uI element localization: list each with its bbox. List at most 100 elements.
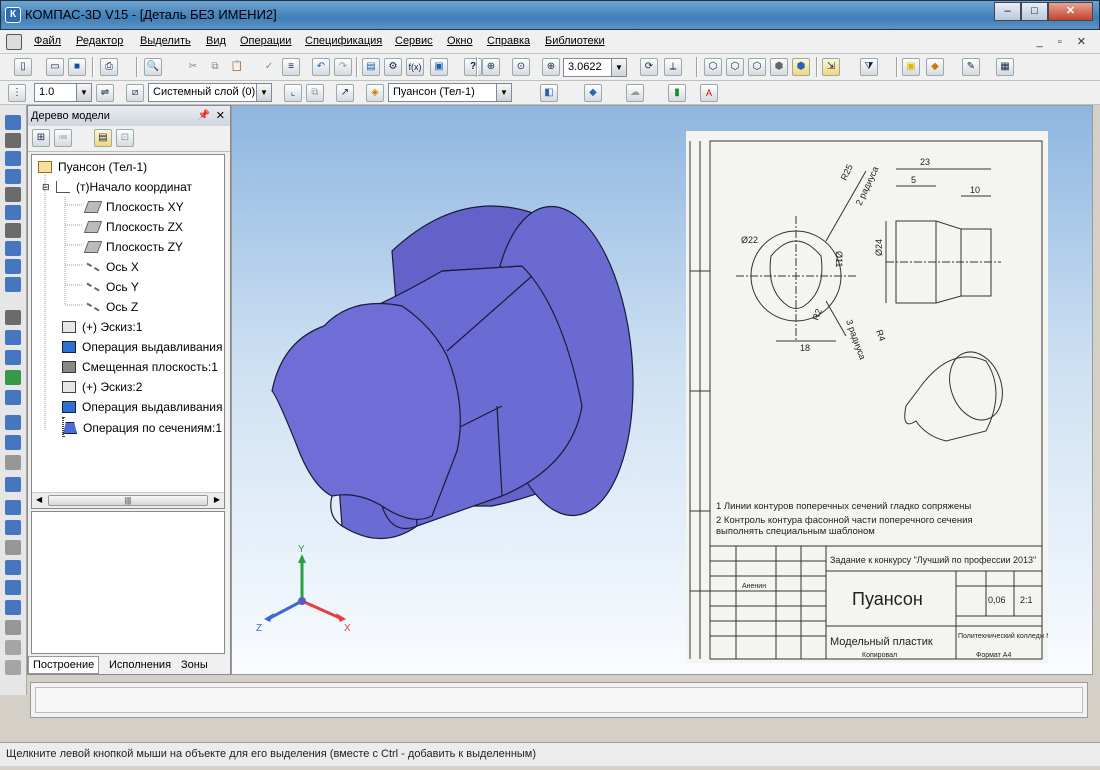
compact-tool-icon[interactable] [5, 151, 21, 166]
compact-tool-icon[interactable] [5, 205, 21, 220]
menu-libraries[interactable]: Библиотеки [545, 35, 605, 47]
halftone-icon[interactable]: ⬢ [770, 58, 788, 76]
compact-tool-icon[interactable] [5, 115, 21, 130]
tree-item-loft[interactable]: Операция по сечениям:1 [62, 417, 222, 437]
menu-service[interactable]: Сервис [395, 35, 433, 47]
menu-select[interactable]: Выделить [140, 35, 191, 47]
filter-icon[interactable]: ⧩ [860, 58, 878, 76]
compact-tool-icon[interactable] [5, 540, 21, 555]
tree-relations-icon[interactable]: ⊡ [116, 129, 134, 147]
list-icon[interactable]: ≡ [282, 58, 300, 76]
compact-tool-icon[interactable] [5, 277, 21, 292]
help-icon[interactable]: ? [464, 58, 482, 76]
halftone-edges-icon[interactable]: ⬢ [792, 58, 810, 76]
thin-lines-icon[interactable]: ⬡ [748, 58, 766, 76]
menu-help[interactable]: Справка [487, 35, 530, 47]
compact-tool-icon[interactable] [5, 310, 21, 325]
compact-tool-icon[interactable] [5, 241, 21, 256]
kompas-app-icon[interactable]: К [5, 7, 21, 23]
tree-view-icon[interactable]: ▤ [94, 129, 112, 147]
compact-tool-icon[interactable] [5, 600, 21, 615]
paste-icon[interactable]: 📋 [228, 58, 246, 76]
menu-operations[interactable]: Операции [240, 35, 291, 47]
menu-window[interactable]: Окно [447, 35, 473, 47]
compact-tool-icon[interactable] [5, 660, 21, 675]
compact-tool-icon[interactable] [5, 350, 21, 365]
rotate-icon[interactable]: ⟳ [640, 58, 658, 76]
scroll-right-icon[interactable]: ▶ [214, 495, 220, 504]
compact-tool-icon[interactable] [5, 620, 21, 635]
mdi-window-controls[interactable]: _ ▫ ✕ [1037, 35, 1092, 48]
collapse-icon[interactable]: ⊟ [42, 177, 50, 197]
compact-tool-icon[interactable] [5, 435, 21, 450]
open-file-icon[interactable]: ▭ [46, 58, 64, 76]
lighting-icon[interactable]: ☁ [626, 84, 644, 102]
calculate-icon[interactable]: ▦ [996, 58, 1014, 76]
properties-icon[interactable]: ✓ [260, 58, 278, 76]
compact-tool-icon[interactable] [5, 259, 21, 274]
tree-structure-icon[interactable]: ⊞ [32, 129, 50, 147]
copy-icon[interactable]: ⧉ [206, 58, 224, 76]
cut-icon[interactable]: ✂ [184, 58, 202, 76]
snap-icon[interactable]: ⇌ [96, 84, 114, 102]
scroll-left-icon[interactable]: ◀ [36, 495, 42, 504]
compact-tool-icon[interactable] [5, 223, 21, 238]
local-cs-icon[interactable]: ⌞ [284, 84, 302, 102]
compact-tool-icon[interactable] [5, 455, 21, 470]
compact-tool-icon[interactable] [5, 520, 21, 535]
zoom-combo[interactable]: 3.0622 ▼ [563, 58, 627, 77]
toolbox-icon[interactable]: ▣ [430, 58, 448, 76]
undo-icon[interactable]: ↶ [312, 58, 330, 76]
manager-icon[interactable]: ▤ [362, 58, 380, 76]
plane-icon[interactable]: ⧉ [306, 84, 324, 102]
menu-specification[interactable]: Спецификация [305, 35, 382, 47]
material-icon[interactable]: ◧ [540, 84, 558, 102]
menu-editor[interactable]: Редактор [76, 35, 123, 47]
minimize-button[interactable]: – [994, 2, 1021, 21]
layer-icon[interactable]: ⧄ [126, 84, 144, 102]
redo-icon[interactable]: ↷ [334, 58, 352, 76]
wireframe-icon[interactable]: ⬡ [704, 58, 722, 76]
scroll-thumb[interactable]: ||| [48, 495, 208, 506]
compact-tool-icon[interactable] [5, 133, 21, 148]
tab-versions[interactable]: Исполнения [104, 656, 176, 674]
variables-icon[interactable]: ⚙ [384, 58, 402, 76]
orientation-icon[interactable]: ⟂ [664, 58, 682, 76]
save-icon[interactable]: ■ [68, 58, 86, 76]
print-icon[interactable]: ⎙ [100, 58, 118, 76]
select-body-icon[interactable]: ↗ [336, 84, 354, 102]
line-scale-combo[interactable]: 1.0 ▼ [34, 83, 92, 102]
menu-file[interactable]: Файл [34, 35, 61, 47]
close-button[interactable]: ✕ [1048, 2, 1093, 21]
zoom-in-icon[interactable]: ⊕ [542, 58, 560, 76]
compact-tool-icon[interactable] [5, 500, 21, 515]
compact-tool-icon[interactable] [5, 187, 21, 202]
hidden-lines-icon[interactable]: ⬡ [726, 58, 744, 76]
body-icon[interactable]: ◈ [366, 84, 384, 102]
tab-zones[interactable]: Зоны [176, 656, 213, 674]
compact-tool-icon[interactable] [5, 370, 21, 385]
section-icon[interactable]: ▮ [668, 84, 686, 102]
zoom-scale-icon[interactable]: ⊙ [512, 58, 530, 76]
view-icon[interactable]: ▣ [902, 58, 920, 76]
fx-icon[interactable]: f(x) [406, 58, 424, 76]
pin-icon[interactable]: 📌 [198, 106, 210, 126]
document-icon[interactable] [6, 34, 22, 50]
compact-tool-icon[interactable] [5, 560, 21, 575]
perspective-icon[interactable]: ⇲ [822, 58, 840, 76]
grid-icon[interactable]: ⋮ [8, 84, 26, 102]
text-style-icon[interactable]: A [700, 84, 718, 102]
compact-tool-icon[interactable] [5, 477, 21, 492]
maximize-button[interactable]: □ [1021, 2, 1048, 21]
compact-tool-icon[interactable] [5, 640, 21, 655]
tab-build[interactable]: Построение [28, 656, 100, 674]
library-icon[interactable]: ✎ [962, 58, 980, 76]
close-icon[interactable]: ✕ [216, 106, 225, 126]
body-combo[interactable]: Пуансон (Тел-1) ▼ [388, 83, 512, 102]
color-fill-icon[interactable]: ◆ [584, 84, 602, 102]
compact-tool-icon[interactable] [5, 415, 21, 430]
menu-view[interactable]: Вид [206, 35, 226, 47]
compact-tool-icon[interactable] [5, 169, 21, 184]
tree-sort-icon[interactable]: ≔ [54, 129, 72, 147]
tree-horizontal-scrollbar[interactable]: ◀ ||| ▶ [32, 492, 224, 508]
